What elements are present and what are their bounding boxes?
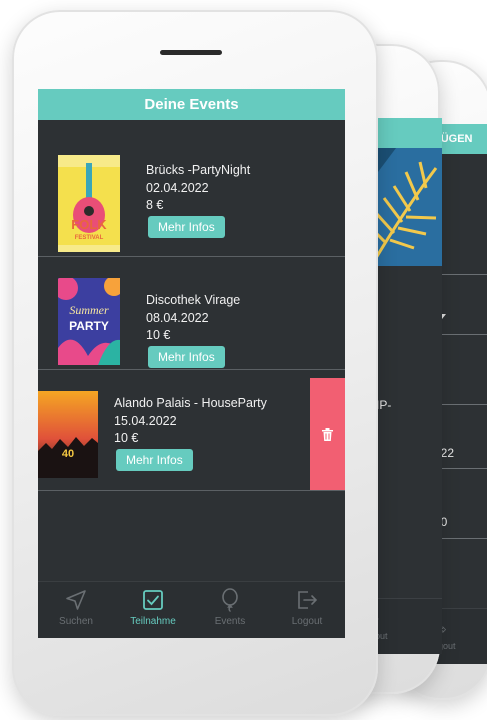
nav-label-suchen: Suchen [59,616,93,627]
navigation-arrow-icon [66,590,86,610]
event-date: 15.04.2022 [114,414,177,428]
poster-folk-title: FOLK [71,217,107,232]
event-title: Alando Palais - HouseParty [114,396,267,410]
more-info-button[interactable]: Mehr Infos [116,449,193,471]
poster-party-subtitle: PARTY [69,319,109,333]
event-title: Discothek Virage [146,293,241,307]
event-title: Brücks -PartyNight [146,163,251,177]
nav-item-events[interactable]: Events [192,588,268,627]
event-list-item: FOLK FESTIVAL Brücks -PartyNight 02.04.2… [38,120,345,256]
more-info-button[interactable]: Mehr Infos [148,216,225,238]
logout-icon [298,591,318,609]
event-list-item-swiped[interactable]: 40 Alando Palais - HouseParty 15.04.2022… [38,378,345,490]
event-list-item: Summer PARTY Discothek Virage 08.04.2022… [38,257,345,369]
nav-item-logout[interactable]: Logout [269,588,345,627]
nav-label-events: Events [214,616,246,627]
event-price: 10 € [146,328,171,342]
event-poster-house-party: 40 [38,391,98,478]
app-screen: Deine Events FOLK FESTIVAL Brücks -Party… [38,89,345,638]
phone-main: Deine Events FOLK FESTIVAL Brücks -Party… [12,10,378,716]
phone-speaker [160,50,222,55]
poster-folk-subtitle: FESTIVAL [75,235,104,241]
delete-button[interactable] [310,378,345,490]
divider [38,369,345,370]
event-poster-summer-party: Summer PARTY [58,278,120,365]
event-poster-folk: FOLK FESTIVAL [58,155,120,252]
poster-house-number: 40 [62,448,74,460]
event-price: 10 € [114,431,139,445]
poster-summer-title: Summer [69,303,109,317]
event-price: 8 € [146,198,164,212]
nav-label-logout: Logout [291,616,323,627]
divider [38,490,345,491]
bottom-navbar: Suchen Teilnahme Events Logout [38,581,345,638]
app-header: Deine Events [38,89,345,120]
trash-icon [322,428,333,441]
more-info-button[interactable]: Mehr Infos [148,346,225,368]
event-date: 08.04.2022 [146,311,209,325]
page-title: Deine Events [144,96,239,113]
event-date: 02.04.2022 [146,181,209,195]
nav-item-teilnahme[interactable]: Teilnahme [115,588,191,627]
nav-item-suchen[interactable]: Suchen [38,588,114,627]
nav-label-teilnahme: Teilnahme [130,616,176,627]
balloon-icon [222,588,238,612]
checkbox-icon [143,590,163,610]
